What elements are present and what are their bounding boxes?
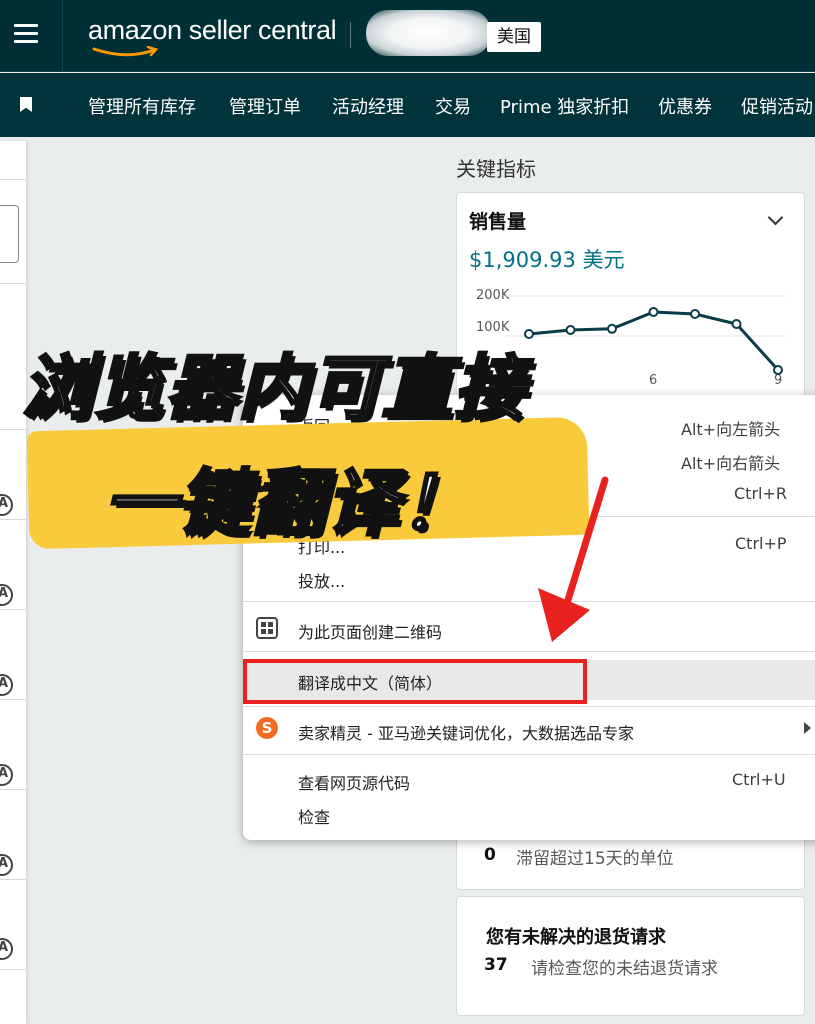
list-row-divider bbox=[0, 699, 27, 700]
submenu-arrow-icon bbox=[804, 722, 811, 734]
top-header: amazon seller central 美国 bbox=[0, 0, 815, 72]
sales-data-point[interactable] bbox=[648, 307, 659, 317]
menu-item-cast[interactable]: 投放... bbox=[298, 568, 345, 592]
main-navigation: 管理所有库存 管理订单 活动经理 交易 Prime 独家折扣 优惠券 促销活动 bbox=[0, 73, 815, 137]
nav-campaign-manager[interactable]: 活动经理 bbox=[332, 93, 404, 119]
stranded-text[interactable]: 滞留超过15天的单位 bbox=[516, 844, 674, 869]
list-row-divider bbox=[0, 283, 27, 284]
list-row-divider bbox=[0, 879, 27, 880]
shortcut-back: Alt+向左箭头 bbox=[681, 420, 781, 439]
menu-item-view-source[interactable]: 查看网页源代码 bbox=[298, 770, 410, 794]
translate-a-icon[interactable] bbox=[0, 494, 13, 516]
list-row-divider bbox=[0, 179, 27, 180]
list-row-divider bbox=[0, 519, 27, 520]
sales-data-point[interactable] bbox=[731, 319, 742, 329]
qr-code-icon bbox=[256, 617, 278, 639]
menu-icon[interactable] bbox=[14, 24, 38, 44]
stranded-count: 0 bbox=[484, 845, 496, 865]
logo-divider bbox=[350, 22, 351, 48]
shortcut-print: Ctrl+P bbox=[735, 534, 787, 553]
sales-series-line bbox=[528, 310, 780, 372]
translate-a-icon[interactable] bbox=[0, 764, 13, 786]
menu-separator bbox=[243, 754, 815, 755]
menu-separator bbox=[243, 651, 815, 652]
sales-data-point[interactable] bbox=[565, 325, 576, 335]
sales-value: $1,909.93 美元 bbox=[469, 248, 625, 272]
translate-a-icon[interactable] bbox=[0, 674, 13, 696]
list-row-divider bbox=[0, 609, 27, 610]
amazon-smile-icon bbox=[92, 46, 159, 57]
shortcut-view-source: Ctrl+U bbox=[732, 770, 786, 789]
translate-a-icon[interactable] bbox=[0, 854, 13, 876]
shortcut-forward: Alt+向右箭头 bbox=[681, 454, 781, 473]
nav-manage-inventory[interactable]: 管理所有库存 bbox=[88, 93, 196, 119]
left-search-input[interactable] bbox=[0, 205, 19, 263]
key-metrics-title: 关键指标 bbox=[456, 157, 536, 181]
menu-separator bbox=[243, 601, 815, 602]
menu-item-create-qr[interactable]: 为此页面创建二维码 bbox=[298, 619, 442, 643]
overlay-title-line2: 一键翻译！ bbox=[102, 460, 475, 547]
nav-coupons[interactable]: 优惠券 bbox=[658, 93, 712, 119]
menu-item-inspect[interactable]: 检查 bbox=[298, 804, 330, 828]
shortcut-reload: Ctrl+R bbox=[734, 484, 787, 503]
list-row-divider bbox=[0, 969, 27, 970]
sellersprite-icon: S bbox=[256, 717, 278, 739]
sales-data-point[interactable] bbox=[607, 323, 617, 334]
nav-manage-orders[interactable]: 管理订单 bbox=[229, 93, 301, 119]
translate-a-icon[interactable] bbox=[0, 938, 13, 960]
list-row-divider bbox=[0, 789, 27, 790]
returns-link[interactable]: 请检查您的未结退货请求 bbox=[531, 954, 718, 979]
nav-promotions[interactable]: 促销活动 bbox=[741, 93, 813, 119]
highlight-box bbox=[243, 659, 587, 704]
blurred-account-name bbox=[366, 10, 491, 56]
menu-item-sellersprite[interactable]: 卖家精灵 - 亚马逊关键词优化，大数据选品专家 bbox=[298, 720, 634, 744]
translate-a-icon[interactable] bbox=[0, 584, 13, 606]
returns-count: 37 bbox=[484, 955, 508, 975]
left-panel bbox=[0, 141, 27, 1024]
sales-data-point[interactable] bbox=[773, 365, 783, 375]
seller-central-logo[interactable]: amazon seller central bbox=[88, 15, 337, 46]
menu-separator bbox=[243, 706, 815, 707]
sales-data-point[interactable] bbox=[690, 309, 700, 319]
region-selector[interactable]: 美国 bbox=[487, 22, 541, 52]
returns-title: 您有未解决的退货请求 bbox=[486, 927, 666, 948]
nav-prime-discounts[interactable]: Prime 独家折扣 bbox=[500, 93, 629, 119]
nav-deals[interactable]: 交易 bbox=[435, 93, 471, 119]
sales-data-point[interactable] bbox=[524, 329, 534, 339]
bookmark-icon[interactable] bbox=[20, 97, 32, 112]
sales-label: 销售量 bbox=[469, 211, 527, 233]
header-divider bbox=[62, 0, 63, 72]
red-arrow-icon bbox=[538, 476, 609, 642]
overlay-title-line1: 浏览器内可直接 bbox=[21, 346, 526, 431]
